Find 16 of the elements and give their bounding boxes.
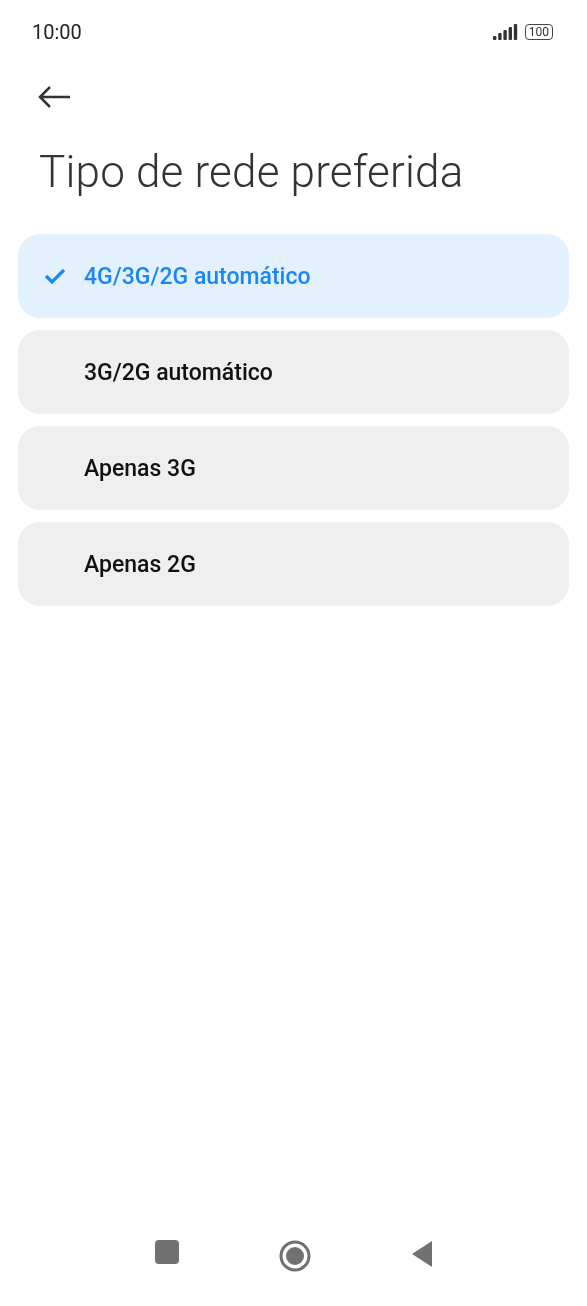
- back-arrow-icon: [38, 85, 72, 109]
- status-time: 10:00: [32, 20, 82, 44]
- checkmark-icon: [44, 267, 66, 285]
- option-label: Apenas 3G: [84, 454, 196, 482]
- back-nav-button[interactable]: [410, 1240, 433, 1268]
- network-option[interactable]: Apenas 3G: [18, 426, 569, 510]
- network-option[interactable]: Apenas 2G: [18, 522, 569, 606]
- page-title: Tipo de rede preferida: [39, 145, 465, 200]
- battery-indicator: 100: [524, 24, 553, 40]
- option-label: Apenas 2G: [84, 550, 196, 578]
- recents-button[interactable]: [154, 1240, 179, 1264]
- option-label: 4G/3G/2G automático: [84, 262, 311, 290]
- option-label: 3G/2G automático: [84, 358, 273, 386]
- network-option[interactable]: 3G/2G automático: [18, 330, 569, 414]
- signal-icon: [492, 24, 519, 40]
- home-button[interactable]: [278, 1240, 311, 1272]
